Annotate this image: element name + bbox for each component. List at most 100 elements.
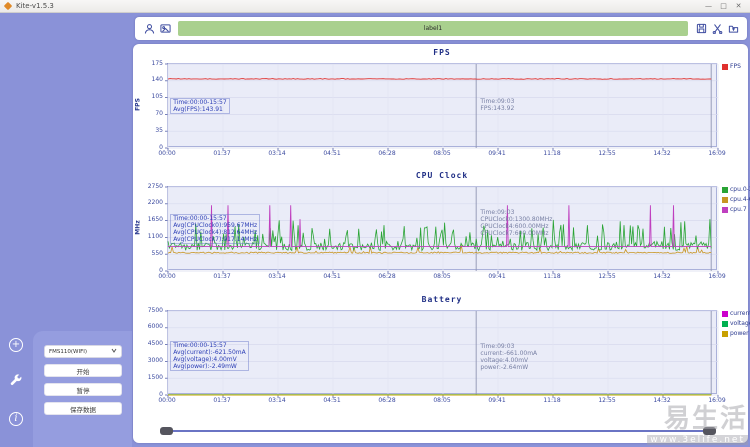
plot-area[interactable]: Time:00:00-15:57 Avg(CPUClock0):959.67MH… bbox=[165, 186, 719, 274]
x-tick-label: 08:05 bbox=[433, 150, 451, 157]
y-tick-label: 550 bbox=[151, 249, 163, 257]
legend-label: cpu.0-3 bbox=[730, 186, 750, 193]
x-tick-label: 09:41 bbox=[488, 273, 506, 280]
x-tick-label: 08:05 bbox=[433, 397, 451, 404]
legend-label: cpu.7 bbox=[730, 206, 747, 213]
x-tick-label: 11:18 bbox=[543, 273, 561, 280]
chart-annotation: Time:09:03 FPS:143.92 bbox=[480, 98, 515, 112]
y-tick-label: 140 bbox=[151, 76, 163, 84]
wrench-icon bbox=[9, 373, 23, 390]
legend-entry: FPS bbox=[722, 63, 741, 70]
user-icon bbox=[144, 24, 154, 34]
device-select[interactable]: FMS110(WIFI) bbox=[44, 345, 122, 358]
screenshot-button[interactable] bbox=[159, 23, 171, 35]
chart-annotation: Time:00:00-15:57 Avg(FPS):143.91 bbox=[170, 98, 230, 114]
add-button[interactable]: + bbox=[9, 338, 23, 352]
y-tick-label: 6000 bbox=[147, 323, 163, 331]
chart-legend: cpu.0-3 cpu.4-6 cpu.7 bbox=[722, 186, 750, 216]
legend-label: voltage bbox=[730, 320, 750, 327]
range-handle-right[interactable] bbox=[703, 427, 716, 435]
scissors-icon bbox=[712, 24, 722, 34]
x-tick-label: 16:09 bbox=[708, 397, 726, 404]
x-tick-label: 11:18 bbox=[543, 397, 561, 404]
legend-label: power bbox=[730, 330, 749, 337]
legend-swatch bbox=[722, 310, 728, 317]
legend-entry: cpu.7 bbox=[722, 206, 750, 213]
legend-swatch bbox=[722, 206, 728, 213]
y-tick-label: 70 bbox=[155, 109, 163, 117]
legend-label: FPS bbox=[730, 63, 741, 70]
x-tick-label: 16:09 bbox=[708, 273, 726, 280]
legend-swatch bbox=[722, 320, 728, 327]
fps-chart: FPS FPS FPS Time:00:00-15:57 Avg(FPS):14… bbox=[133, 46, 748, 166]
info-icon: i bbox=[14, 413, 18, 424]
x-tick-label: 09:41 bbox=[488, 397, 506, 404]
legend-swatch bbox=[722, 63, 728, 70]
start-button[interactable]: 开始 bbox=[44, 364, 122, 377]
plot-area[interactable]: Time:00:00-15:57 Avg(FPS):143.91 Time:09:… bbox=[165, 63, 719, 151]
x-tick-label: 14:32 bbox=[653, 273, 671, 280]
charts-panel: FPS FPS FPS Time:00:00-15:57 Avg(FPS):14… bbox=[133, 44, 750, 443]
legend-entry: cpu.4-6 bbox=[722, 196, 750, 203]
screenshot-icon bbox=[159, 24, 171, 33]
y-tick-label: 175 bbox=[151, 59, 163, 67]
minimize-button[interactable]: — bbox=[701, 1, 716, 12]
legend-swatch bbox=[722, 196, 728, 203]
chart-annotation: Time:09:03 CPUClock0:1300.80MHz CPUClock… bbox=[480, 209, 553, 237]
chevron-down-icon bbox=[111, 348, 117, 355]
save-data-button[interactable]: 保存数据 bbox=[44, 402, 122, 415]
plot-area[interactable]: Time:00:00-15:57 Avg(current):-621.50mA … bbox=[165, 310, 719, 398]
x-tick-label: 00:00 bbox=[158, 273, 176, 280]
close-button[interactable]: ✕ bbox=[731, 1, 746, 12]
x-tick-label: 12:55 bbox=[598, 150, 616, 157]
top-toolbar: label1 bbox=[135, 17, 747, 40]
title-bar: Kite-v1.5.3 — □ ✕ bbox=[0, 0, 750, 13]
y-tick-label: 4500 bbox=[147, 340, 163, 348]
x-tick-label: 03:14 bbox=[268, 273, 286, 280]
legend-swatch bbox=[722, 186, 728, 193]
legend-entry: cpu.0-3 bbox=[722, 186, 750, 193]
chart-title: Battery bbox=[421, 295, 463, 304]
chart-annotation: Time:09:03 current:-661.00mA voltage:4.0… bbox=[480, 343, 538, 371]
y-tick-label: 35 bbox=[155, 126, 163, 134]
legend-swatch bbox=[722, 330, 728, 337]
range-handle-left[interactable] bbox=[160, 427, 173, 435]
y-axis-label: FPS bbox=[134, 98, 142, 111]
chart-annotation: Time:00:00-15:57 Avg(CPUClock0):959.67MH… bbox=[170, 214, 261, 244]
maximize-button[interactable]: □ bbox=[716, 1, 731, 12]
x-tick-label: 11:18 bbox=[543, 150, 561, 157]
x-tick-label: 16:09 bbox=[708, 150, 726, 157]
time-range-track bbox=[167, 430, 709, 432]
legend-entry: power bbox=[722, 330, 750, 337]
export-button[interactable] bbox=[727, 23, 739, 35]
x-tick-label: 01:37 bbox=[213, 397, 231, 404]
x-tick-label: 04:51 bbox=[323, 273, 341, 280]
device-select-value: FMS110(WIFI) bbox=[49, 348, 88, 355]
window-title: Kite-v1.5.3 bbox=[16, 2, 54, 10]
x-tick-label: 04:51 bbox=[323, 397, 341, 404]
x-tick-label: 06:28 bbox=[378, 397, 396, 404]
info-button[interactable]: i bbox=[9, 412, 23, 426]
y-tick-label: 2750 bbox=[147, 182, 163, 190]
x-tick-label: 01:37 bbox=[213, 150, 231, 157]
control-sidebar: FMS110(WIFI) 开始 暂停 保存数据 bbox=[33, 331, 132, 447]
x-tick-label: 12:55 bbox=[598, 397, 616, 404]
chart-title: CPU Clock bbox=[415, 171, 469, 180]
label-field[interactable]: label1 bbox=[178, 21, 688, 36]
save-icon bbox=[696, 23, 706, 34]
x-tick-label: 12:55 bbox=[598, 273, 616, 280]
user-button[interactable] bbox=[143, 23, 155, 35]
chart-annotation: Time:00:00-15:57 Avg(current):-621.50mA … bbox=[170, 341, 249, 371]
x-tick-label: 09:41 bbox=[488, 150, 506, 157]
save-button[interactable] bbox=[695, 23, 707, 35]
pause-button[interactable]: 暂停 bbox=[44, 383, 122, 396]
settings-button[interactable] bbox=[9, 373, 23, 390]
export-icon bbox=[728, 25, 738, 33]
y-tick-label: 3000 bbox=[147, 356, 163, 364]
scissors-button[interactable] bbox=[711, 23, 723, 35]
battery-chart: Battery current voltage power Time:00:00-1… bbox=[133, 293, 750, 413]
x-tick-label: 14:32 bbox=[653, 397, 671, 404]
x-tick-label: 01:37 bbox=[213, 273, 231, 280]
x-tick-label: 14:32 bbox=[653, 150, 671, 157]
legend-label: current bbox=[730, 310, 750, 317]
